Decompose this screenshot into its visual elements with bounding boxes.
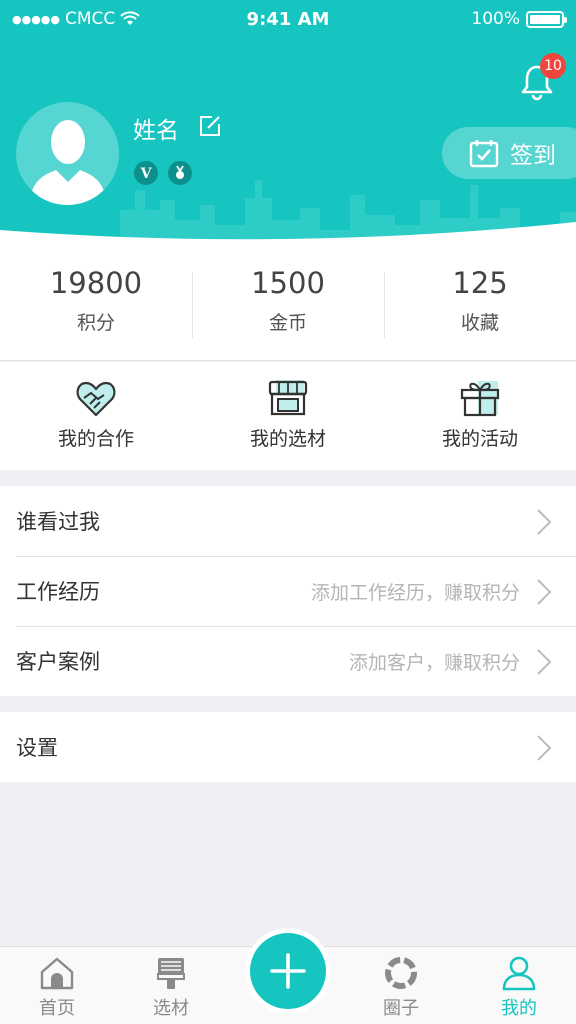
quick-action-events[interactable]: 我的活动 [384,362,576,470]
stat-label: 积分 [76,312,115,334]
chevron-right-icon [537,735,552,761]
home-icon [40,957,74,990]
list-item-settings[interactable]: 设置 [0,712,576,782]
tab-home[interactable]: 首页 [2,947,112,1020]
circle-icon [385,957,417,989]
list-item-client-cases[interactable]: 客户案例 添加客户，赚取积分 [0,626,576,696]
gift-icon [460,381,500,417]
calendar-check-icon [469,140,499,168]
status-bar: ●●●●● CMCC 9:41 AM 100% [0,0,576,40]
stat-value: 1500 [251,266,325,300]
quick-action-label: 我的选材 [249,428,326,450]
list-item-visitors[interactable]: 谁看过我 [0,486,576,556]
notification-badge: 10 [540,53,566,79]
medal-badge-icon [168,161,192,185]
stat-coins[interactable]: 1500 金币 [192,250,384,360]
chevron-right-icon [537,509,552,535]
edit-icon[interactable] [198,114,222,138]
tab-label: 首页 [39,998,75,1019]
list-item-label: 谁看过我 [16,510,100,534]
header-curve [0,222,576,250]
list-item-work-experience[interactable]: 工作经历 添加工作经历，赚取积分 [0,556,576,626]
signin-label: 签到 [510,143,556,169]
badge-v-text: V [140,166,153,182]
tab-circle[interactable]: 圈子 [346,947,456,1020]
stat-favorites[interactable]: 125 收藏 [384,250,576,360]
profile-menu-list: 谁看过我 工作经历 添加工作经历，赚取积分 客户案例 添加客户，赚取积分 [0,486,576,696]
handshake-icon [76,381,116,417]
signin-button[interactable]: 签到 [442,127,576,179]
list-item-label: 工作经历 [16,580,100,604]
battery-percent: 100% [471,9,520,29]
storefront-icon [268,380,308,416]
avatar[interactable] [16,102,119,205]
list-item-hint: 添加客户，赚取积分 [348,651,520,674]
add-button-circle [250,933,326,1009]
stat-value: 125 [452,266,508,300]
chevron-right-icon [537,579,552,605]
verified-v-badge-icon: V [134,161,158,185]
list-item-label: 客户案例 [16,650,100,674]
quick-action-label: 我的活动 [441,428,518,450]
tab-label: 圈子 [383,998,419,1019]
list-item-label: 设置 [16,736,58,760]
stats-panel: 19800 积分 1500 金币 125 收藏 [0,250,576,361]
stat-points[interactable]: 19800 积分 [0,250,192,360]
chevron-right-icon [537,649,552,675]
battery-icon [526,10,567,28]
stat-label: 收藏 [460,312,499,334]
quick-action-cooperation[interactable]: 我的合作 [0,362,192,470]
settings-list: 设置 [0,712,576,782]
quick-action-label: 我的合作 [57,428,134,450]
user-name: 姓名 [133,118,179,144]
stat-label: 金币 [268,312,307,334]
plus-icon [270,953,306,989]
profile-icon [502,956,536,991]
stat-value: 19800 [49,266,143,300]
add-post-button[interactable] [245,928,331,1014]
tab-profile[interactable]: 我的 [464,947,574,1020]
tab-label: 选材 [153,998,189,1019]
quick-action-materials[interactable]: 我的选材 [192,362,384,470]
quick-actions: 我的合作 我的选材 我的活动 [0,362,576,470]
list-item-hint: 添加工作经历，赚取积分 [310,581,520,604]
tab-materials[interactable]: 选材 [116,947,226,1020]
tab-label: 我的 [501,998,537,1019]
user-silhouette-icon [30,120,106,205]
status-right: 100% [471,9,567,29]
paint-brush-icon [157,958,185,989]
